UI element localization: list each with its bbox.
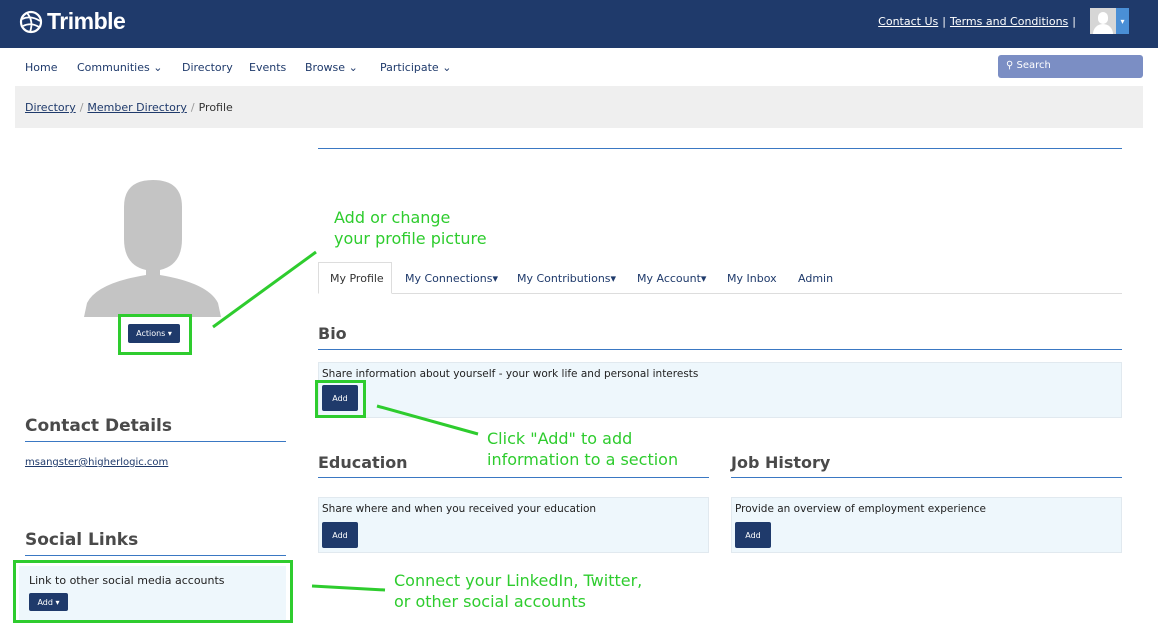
annotation-line-text: or other social accounts	[394, 592, 586, 611]
search-icon: ⚲	[1006, 60, 1014, 71]
chevron-down-icon: ⌄	[348, 61, 358, 74]
chevron-down-icon: ⌄	[442, 61, 452, 74]
contact-us-link[interactable]: Contact Us	[878, 15, 938, 28]
bio-heading: Bio	[318, 324, 347, 343]
tab-my-profile[interactable]: My Profile	[318, 262, 392, 294]
search-label: Search	[1016, 60, 1051, 71]
link-separator: |	[1072, 15, 1076, 28]
divider	[25, 441, 286, 442]
annotation-line	[212, 250, 317, 329]
annotation-line-text: Connect your LinkedIn, Twitter,	[394, 571, 643, 590]
annotation-highlight	[13, 560, 293, 623]
nav-label: Participate	[380, 61, 439, 74]
user-menu-button[interactable]: ▾	[1090, 8, 1129, 34]
annotation-line-text: information to a section	[487, 450, 679, 469]
annotation-highlight	[118, 314, 192, 355]
divider	[318, 477, 709, 478]
nav-label: Communities	[77, 61, 150, 74]
divider	[25, 555, 286, 556]
annotation-social: Connect your LinkedIn, Twitter, or other…	[394, 570, 642, 612]
nav-label: Events	[249, 61, 287, 74]
nav-participate[interactable]: Participate ⌄	[380, 61, 451, 74]
education-text: Share where and when you received your e…	[322, 503, 597, 515]
annotation-add: Click "Add" to add information to a sect…	[487, 428, 678, 470]
annotation-line-text: Add or change	[334, 208, 451, 227]
breadcrumb-member-directory[interactable]: Member Directory	[87, 101, 186, 114]
link-separator: |	[942, 15, 946, 28]
tab-my-inbox[interactable]: My Inbox	[727, 272, 777, 285]
nav-label: Home	[25, 61, 58, 74]
email-link[interactable]: msangster@higherlogic.com	[25, 457, 168, 468]
tab-admin[interactable]: Admin	[798, 272, 833, 285]
job-history-add-button[interactable]: Add	[735, 522, 771, 548]
nav-communities[interactable]: Communities ⌄	[77, 61, 162, 74]
top-bar: Trimble Contact Us | Terms and Condition…	[0, 0, 1158, 48]
avatar	[1090, 8, 1116, 34]
divider	[318, 148, 1122, 149]
chevron-down-icon: ⌄	[153, 61, 163, 74]
tabs-baseline	[318, 293, 1122, 294]
job-history-text: Provide an overview of employment experi…	[735, 503, 986, 515]
nav-browse[interactable]: Browse ⌄	[305, 61, 358, 74]
annotation-line-text: your profile picture	[334, 229, 487, 248]
caret-down-icon: ▾	[1116, 8, 1129, 34]
education-heading: Education	[318, 453, 408, 472]
contact-details-heading: Contact Details	[25, 416, 172, 436]
annotation-highlight	[315, 380, 366, 418]
globe-icon	[19, 10, 43, 33]
nav-events[interactable]: Events	[249, 61, 286, 74]
divider	[731, 477, 1122, 478]
top-links: Contact Us | Terms and Conditions |	[878, 15, 1080, 28]
breadcrumb-current: Profile	[198, 101, 233, 114]
nav-home[interactable]: Home	[25, 61, 57, 74]
breadcrumb-directory[interactable]: Directory	[25, 101, 76, 114]
tab-my-connections[interactable]: My Connections▾	[405, 272, 498, 285]
breadcrumb-separator: /	[79, 101, 84, 114]
profile-picture[interactable]	[80, 177, 225, 317]
breadcrumb-separator: /	[190, 101, 195, 114]
nav-directory[interactable]: Directory	[182, 61, 233, 74]
main-nav: Home Communities ⌄ Directory Events Brow…	[0, 48, 1158, 86]
tab-my-account[interactable]: My Account▾	[637, 272, 706, 285]
terms-link[interactable]: Terms and Conditions	[950, 15, 1068, 28]
tab-my-contributions[interactable]: My Contributions▾	[517, 272, 616, 285]
search-button[interactable]: ⚲ Search	[998, 55, 1143, 78]
bio-text: Share information about yourself - your …	[322, 368, 699, 380]
breadcrumb: Directory / Member Directory / Profile	[15, 86, 1143, 128]
job-history-heading: Job History	[731, 453, 831, 472]
divider	[318, 349, 1122, 350]
logo-text: Trimble	[47, 8, 126, 34]
nav-label: Browse	[305, 61, 346, 74]
annotation-line	[311, 584, 386, 592]
nav-label: Directory	[182, 61, 233, 74]
annotation-line-text: Click "Add" to add	[487, 429, 633, 448]
annotation-picture: Add or change your profile picture	[334, 207, 487, 249]
social-links-heading: Social Links	[25, 530, 139, 550]
education-add-button[interactable]: Add	[322, 522, 358, 548]
trimble-logo[interactable]: Trimble	[18, 8, 126, 35]
